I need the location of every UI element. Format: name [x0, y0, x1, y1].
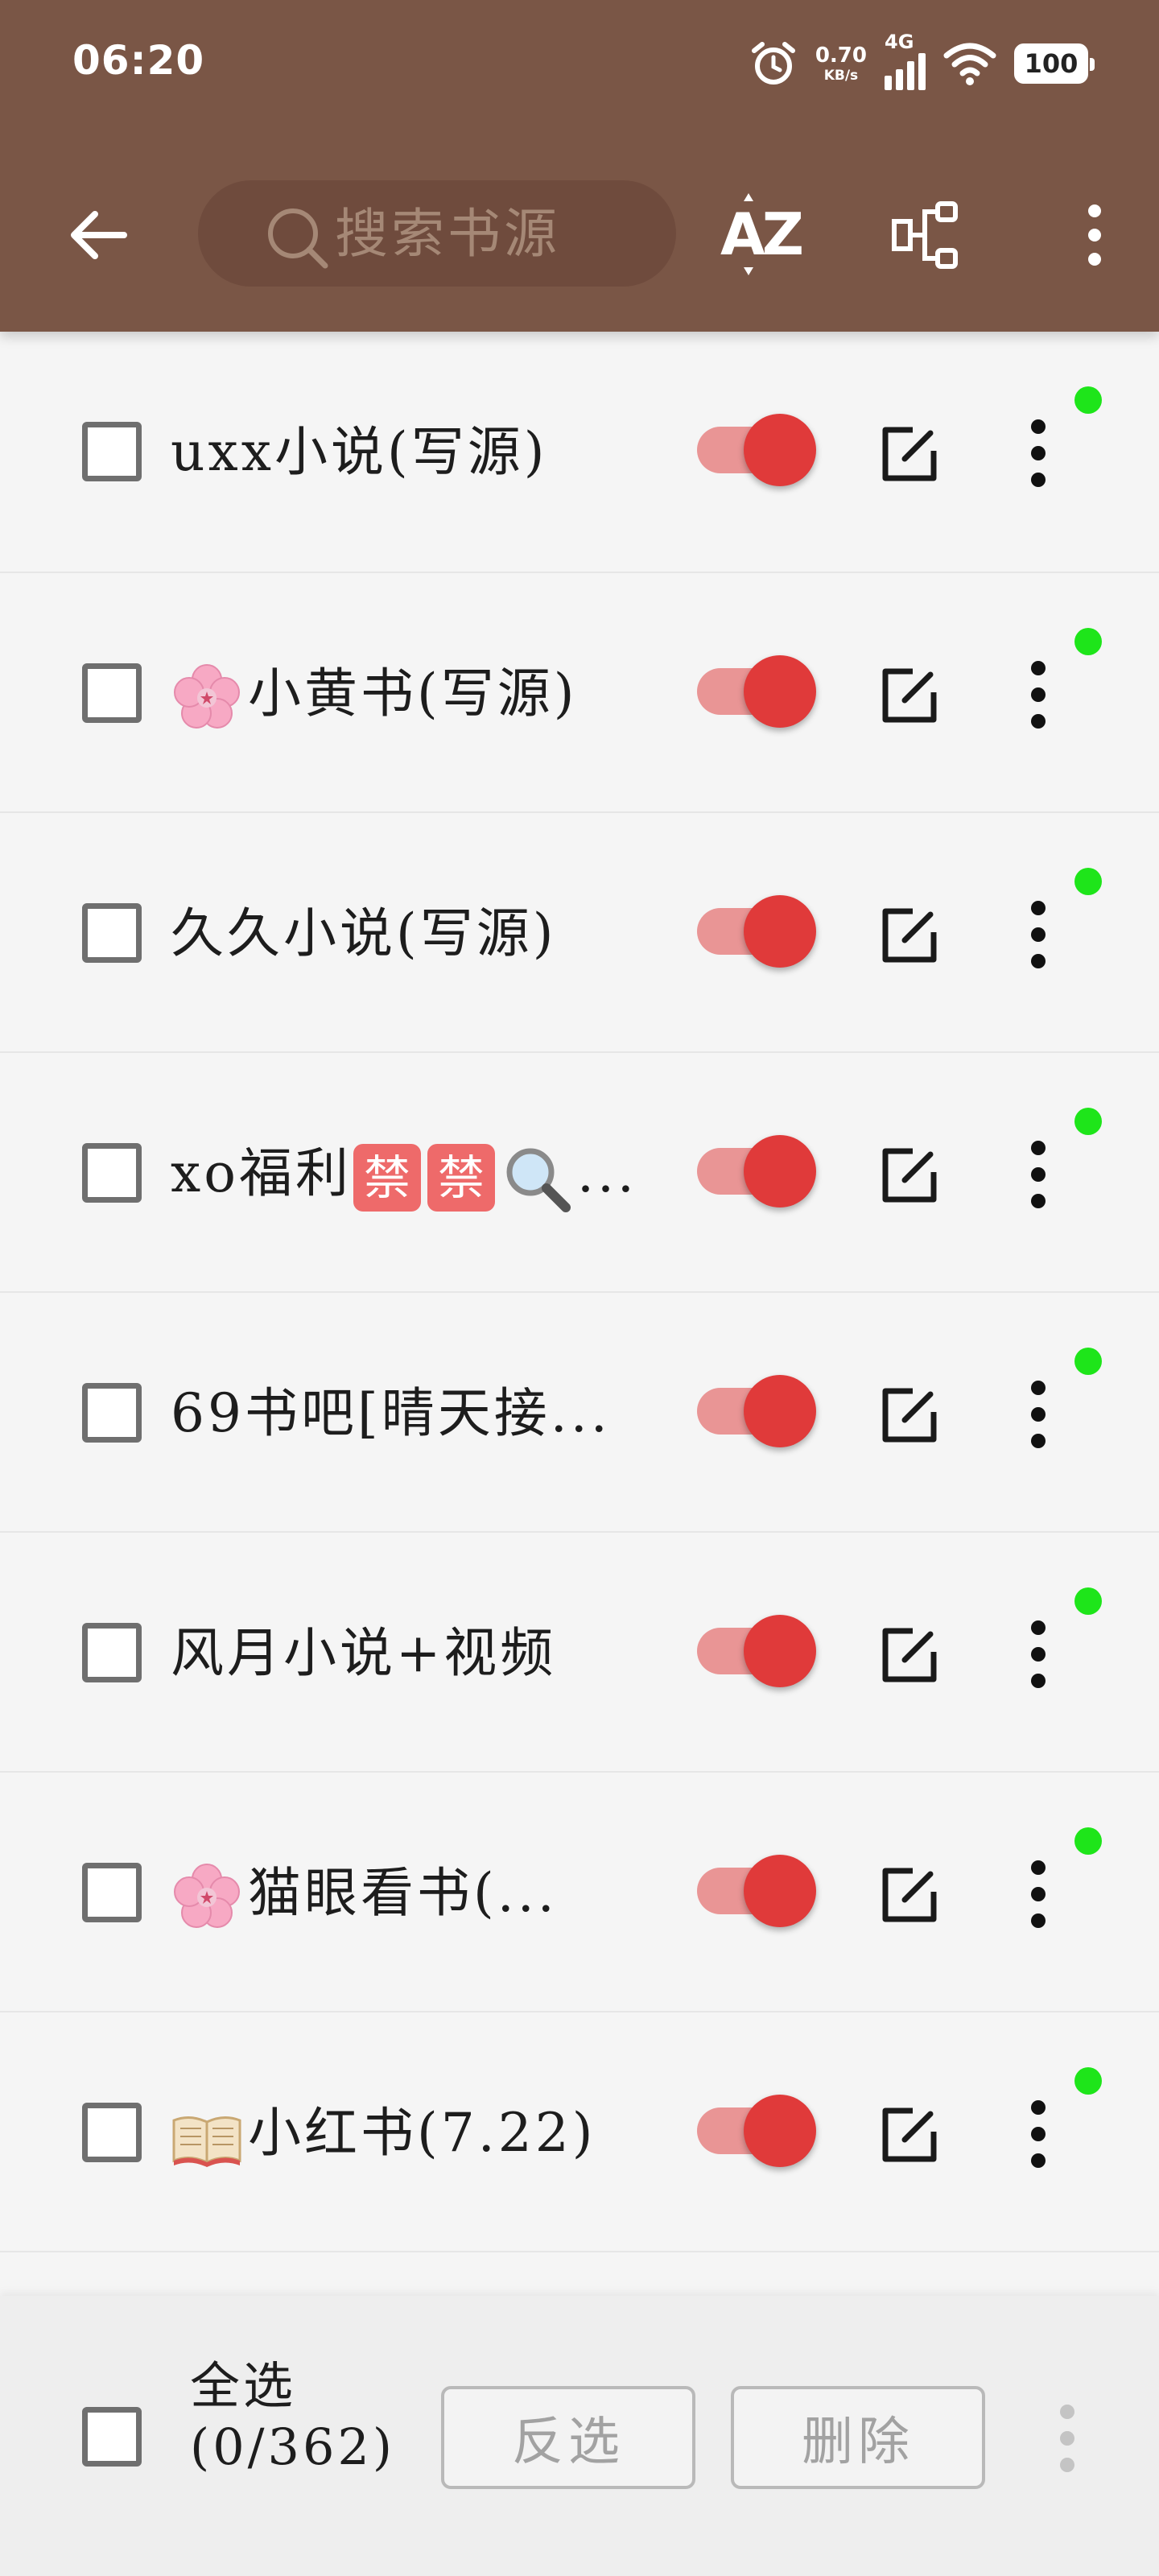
- list-item[interactable]: 小黄书(写源): [0, 573, 1159, 813]
- prohibited-badge: 禁: [427, 1144, 495, 1212]
- status-dot: [1074, 1587, 1102, 1615]
- more-vertical-icon[interactable]: [1010, 897, 1066, 972]
- edit-icon[interactable]: [877, 1143, 942, 1208]
- list-item[interactable]: 小红书(7.22): [0, 2013, 1159, 2252]
- list-item[interactable]: 风月小说+视频: [0, 1533, 1159, 1773]
- more-vertical-icon[interactable]: [1010, 415, 1066, 491]
- more-vertical-icon[interactable]: [1010, 1377, 1066, 1452]
- search-input[interactable]: [333, 201, 674, 266]
- selection-count: (0/362): [190, 2417, 396, 2476]
- edit-icon[interactable]: [877, 1863, 942, 1927]
- enable-switch[interactable]: [697, 650, 818, 731]
- battery-indicator: 100: [1014, 43, 1095, 84]
- group-button[interactable]: [885, 195, 966, 275]
- edit-icon[interactable]: [877, 2103, 942, 2167]
- more-vertical-icon[interactable]: [1010, 657, 1066, 733]
- enable-switch[interactable]: [697, 409, 818, 489]
- source-name: xo福利禁禁 ...: [171, 1133, 645, 1214]
- status-dot: [1074, 386, 1102, 414]
- select-all-checkbox[interactable]: [82, 2407, 142, 2467]
- list-item[interactable]: 猫眼看书(...: [0, 1773, 1159, 2013]
- top-app-bar: 06:20 0.70 KB/s 4G 100 搜索书源 AZ: [0, 0, 1159, 332]
- prohibited-badge: 禁: [353, 1144, 421, 1212]
- more-vertical-icon[interactable]: [1010, 2096, 1066, 2172]
- magnifier-emoji-icon: [506, 1148, 571, 1212]
- bottom-action-bar: 全选 (0/362) 反选 删除: [0, 2296, 1159, 2576]
- row-checkbox[interactable]: [82, 2103, 142, 2162]
- search-icon: [268, 208, 328, 269]
- search-box[interactable]: [198, 180, 676, 287]
- status-bar: 06:20 0.70 KB/s 4G 100: [0, 0, 1159, 129]
- cell-signal-icon: 4G: [885, 31, 926, 90]
- row-checkbox[interactable]: [82, 422, 142, 481]
- status-dot: [1074, 2067, 1102, 2095]
- open-book-icon: [172, 2116, 241, 2167]
- row-checkbox[interactable]: [82, 1143, 142, 1203]
- enable-switch[interactable]: [697, 890, 818, 971]
- row-checkbox[interactable]: [82, 903, 142, 963]
- cherry-blossom-icon: [174, 1864, 240, 1928]
- row-checkbox[interactable]: [82, 663, 142, 723]
- invert-selection-button[interactable]: 反选: [441, 2386, 695, 2489]
- source-name: 猫眼看书(...: [171, 1853, 645, 1934]
- alarm-icon: [751, 42, 795, 85]
- sort-arrows-icon: [744, 193, 753, 275]
- more-vertical-icon: [1088, 204, 1101, 266]
- source-name: 久久小说(写源): [171, 902, 557, 964]
- cherry-blossom-icon: [174, 664, 240, 729]
- enable-switch[interactable]: [697, 1610, 818, 1690]
- more-vertical-icon[interactable]: [1010, 1616, 1066, 1692]
- edit-icon[interactable]: [877, 1623, 942, 1687]
- list-item[interactable]: 69书吧[晴天接...: [0, 1293, 1159, 1533]
- enable-switch[interactable]: [697, 1370, 818, 1451]
- status-dot: [1074, 868, 1102, 895]
- toolbar: AZ: [0, 161, 1159, 306]
- row-checkbox[interactable]: [82, 1383, 142, 1443]
- select-all-label: 全选 (0/362): [190, 2356, 396, 2476]
- wifi-icon: [943, 43, 996, 85]
- list-item[interactable]: uxx小说(写源): [0, 332, 1159, 573]
- source-name: 小红书(7.22): [171, 2093, 645, 2174]
- tree-structure-icon: [892, 201, 958, 269]
- list-item[interactable]: 久久小说(写源): [0, 813, 1159, 1053]
- more-vertical-icon[interactable]: [1010, 1856, 1066, 1932]
- delete-button[interactable]: 删除: [731, 2386, 985, 2489]
- overflow-menu-button[interactable]: [1062, 195, 1127, 275]
- status-dot: [1074, 1827, 1102, 1855]
- edit-icon[interactable]: [877, 663, 942, 728]
- source-name: 小黄书(写源): [171, 654, 645, 734]
- edit-icon[interactable]: [877, 1383, 942, 1447]
- enable-switch[interactable]: [697, 1130, 818, 1211]
- book-source-list: uxx小说(写源) 小黄书(写源) 久久小说(写源) xo福利 禁 禁 ... …: [0, 332, 1159, 2252]
- edit-icon[interactable]: [877, 903, 942, 968]
- network-speed: 0.70 KB/s: [815, 43, 867, 84]
- source-name: 69书吧[晴天接...: [171, 1382, 611, 1444]
- row-checkbox[interactable]: [82, 1863, 142, 1922]
- source-name: 风月小说+视频: [171, 1622, 557, 1684]
- status-icons: 0.70 KB/s 4G 100: [749, 31, 1095, 92]
- status-time: 06:20: [72, 37, 205, 84]
- status-dot: [1074, 628, 1102, 655]
- back-button[interactable]: [58, 195, 138, 275]
- more-vertical-icon[interactable]: [1010, 1137, 1066, 1212]
- more-vertical-icon[interactable]: [1043, 2401, 1091, 2476]
- source-name: uxx小说(写源): [171, 421, 548, 483]
- row-checkbox[interactable]: [82, 1623, 142, 1682]
- sort-az-label: AZ: [720, 200, 804, 268]
- list-item[interactable]: xo福利禁禁 ...: [0, 1053, 1159, 1293]
- enable-switch[interactable]: [697, 2090, 818, 2170]
- enable-switch[interactable]: [697, 1850, 818, 1930]
- sort-az-button[interactable]: AZ: [708, 190, 813, 279]
- arrow-left-icon: [71, 211, 127, 259]
- status-dot: [1074, 1108, 1102, 1135]
- status-dot: [1074, 1348, 1102, 1375]
- edit-icon[interactable]: [877, 422, 942, 486]
